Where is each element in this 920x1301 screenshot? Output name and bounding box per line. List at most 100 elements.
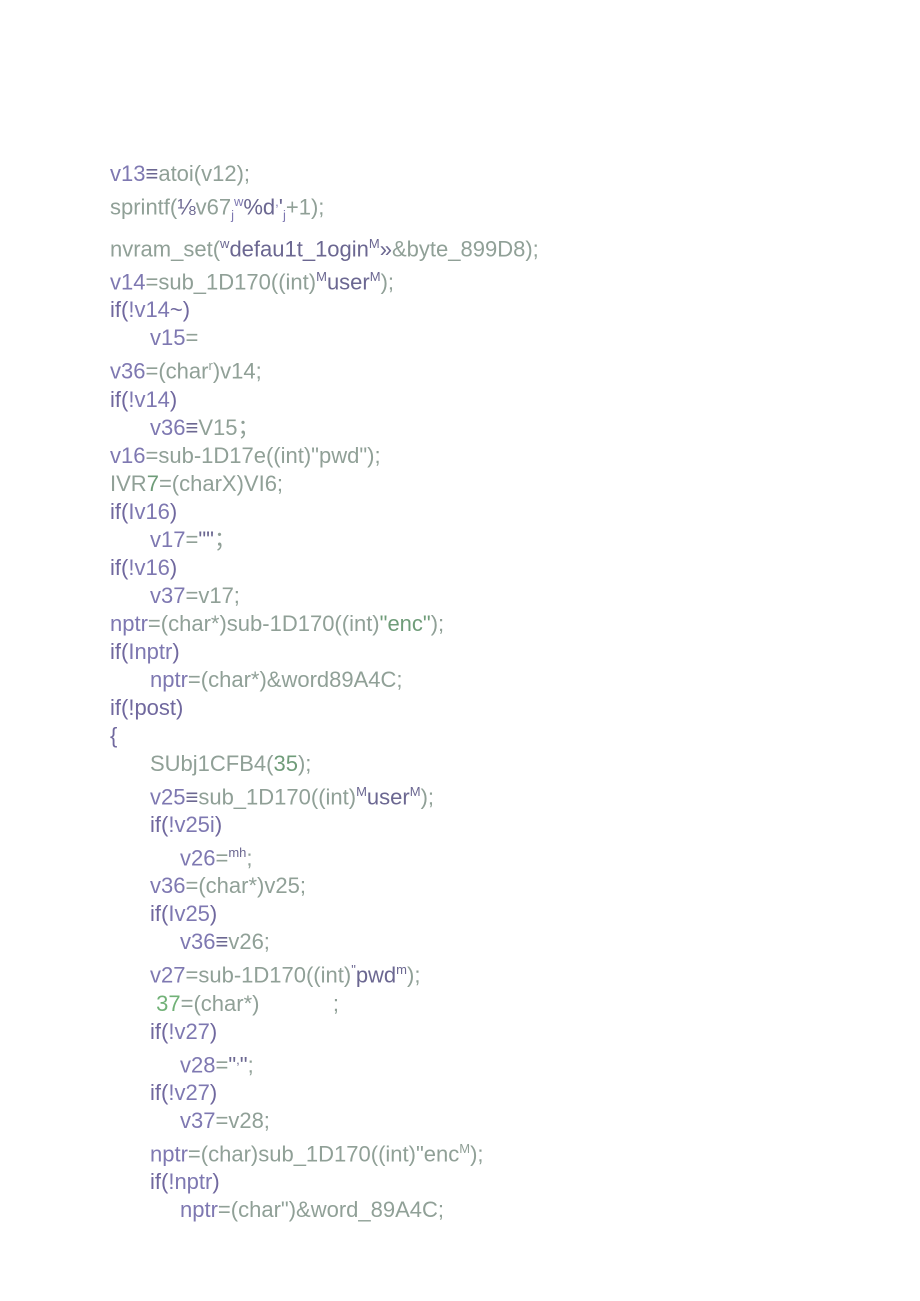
code-line-15: nptr=(char*)sub-1D170((int)"enc"); <box>110 610 810 638</box>
code-token: if( <box>150 1019 168 1044</box>
code-line-25: if(Iv25) <box>110 900 810 928</box>
code-line-2: nvram_set(wdefau1t_1oginM»&byte_899D8); <box>110 230 810 263</box>
code-token: 7 <box>147 471 159 496</box>
code-token: !nptr <box>168 1169 212 1194</box>
code-token: if( <box>150 901 168 926</box>
code-line-33: nptr=(char)sub_1D170((int)"encM); <box>110 1135 810 1168</box>
code-token: =(char <box>218 1197 281 1222</box>
code-token: nptr <box>110 611 148 636</box>
code-line-21: v25≡sub_1D170((int)MuserM); <box>110 778 810 811</box>
code-token: =(charX)VI6; <box>159 471 283 496</box>
code-token: =(char <box>145 359 208 384</box>
code-token: defau1t_1ogin <box>229 236 368 261</box>
code-token: ) <box>210 901 217 926</box>
code-token: v37 <box>150 583 185 608</box>
code-token: 1D17e((int)"pwd"); <box>201 443 380 468</box>
code-token: if( <box>150 1169 168 1194</box>
code-token: if( <box>110 387 128 412</box>
code-line-5: v15= <box>110 324 810 352</box>
code-line-27: v27=sub-1D170((int)"pwdm); <box>110 956 810 989</box>
code-token: )v14; <box>213 359 262 384</box>
code-token: %d <box>243 194 275 219</box>
code-token: "enc" <box>380 611 431 636</box>
code-line-3: v14=sub_1D170((int)MuserM); <box>110 263 810 296</box>
code-token: v26 <box>180 845 215 870</box>
code-token: M <box>370 269 381 284</box>
code-token: v16 <box>110 443 145 468</box>
code-token: v67 <box>196 194 231 219</box>
code-line-22: if(!v25i) <box>110 811 810 839</box>
code-line-34: if(!nptr) <box>110 1168 810 1196</box>
code-line-8: v36≡V15； <box>110 414 810 442</box>
code-token: ); <box>407 963 420 988</box>
code-token: user <box>327 269 370 294</box>
code-token: pwd <box>356 963 396 988</box>
code-line-31: if(!v27) <box>110 1079 810 1107</box>
code-token: = <box>215 845 228 870</box>
code-token: v15 <box>150 325 185 350</box>
code-token: ≡ <box>215 929 228 954</box>
code-line-30: v28=","; <box>110 1046 810 1079</box>
code-token: v13 <box>110 161 145 186</box>
code-token: V15 <box>198 415 237 440</box>
code-token: sub_1D170((int) <box>198 784 356 809</box>
code-line-9: v16=sub-1D17e((int)"pwd"); <box>110 442 810 470</box>
code-token: 37 <box>156 991 180 1016</box>
code-line-32: v37=v28; <box>110 1107 810 1135</box>
code-token: = <box>185 527 198 552</box>
code-token: = <box>215 1052 228 1077</box>
code-token: ); <box>470 1141 483 1166</box>
code-token: ) <box>210 1080 217 1105</box>
code-line-6: v36=(charr)v14; <box>110 352 810 385</box>
code-token: !v25i <box>168 812 214 837</box>
code-token: ) <box>212 1169 219 1194</box>
code-token: ； <box>214 527 236 552</box>
code-line-11: if(Iv16) <box>110 498 810 526</box>
code-token: Iv16 <box>128 499 170 524</box>
code-token: if( <box>150 1080 168 1105</box>
code-line-4: if(!v14~) <box>110 296 810 324</box>
code-token: =v17; <box>185 583 239 608</box>
code-line-23: v26=mh; <box>110 839 810 872</box>
code-token: !v27 <box>168 1080 210 1105</box>
code-token: 1D170((int) <box>270 611 380 636</box>
code-token: ≡ <box>185 415 198 440</box>
code-line-0: v13≡atoi(v12); <box>110 160 810 188</box>
code-token: nptr <box>150 1141 188 1166</box>
code-token: =sub_1D170((int) <box>145 269 316 294</box>
code-token: =sub <box>185 963 233 988</box>
code-token: if( <box>110 555 128 580</box>
code-token: " <box>228 1052 236 1077</box>
code-token: v17 <box>150 527 185 552</box>
code-token: !v16 <box>128 555 170 580</box>
code-token: =sub <box>145 443 193 468</box>
code-token: user <box>367 784 410 809</box>
code-token: if( <box>150 812 168 837</box>
code-token: - <box>262 611 269 636</box>
code-token: v26; <box>228 929 270 954</box>
code-token: M <box>459 1141 470 1156</box>
code-token: Iv25 <box>168 901 210 926</box>
code-token: " <box>281 1197 289 1222</box>
code-line-26: v36≡v26; <box>110 928 810 956</box>
code-token: &byte_899D8); <box>392 236 539 261</box>
code-token: w <box>234 194 243 209</box>
code-token: )&word_89A4C; <box>289 1197 444 1222</box>
code-token: v36 <box>150 873 185 898</box>
code-line-20: SUbj1CFB4(35); <box>110 750 810 778</box>
code-token: ) <box>172 639 179 664</box>
code-token: =(char*) <box>181 991 260 1016</box>
code-line-28: 37=(char*) ; <box>110 990 810 1018</box>
code-token: SUbj1CFB4( <box>150 751 273 776</box>
code-token: M <box>410 784 421 799</box>
code-line-12: v17=""； <box>110 526 810 554</box>
code-token: if( <box>110 499 128 524</box>
code-token: ; <box>333 991 339 1016</box>
code-token: M <box>356 784 367 799</box>
code-line-14: v37=v17; <box>110 582 810 610</box>
code-token: v36 <box>180 929 215 954</box>
code-token: nvram_set( <box>110 236 220 261</box>
code-token: mh <box>228 845 246 860</box>
code-token: ≡ <box>145 161 158 186</box>
code-token: v14 <box>110 269 145 294</box>
